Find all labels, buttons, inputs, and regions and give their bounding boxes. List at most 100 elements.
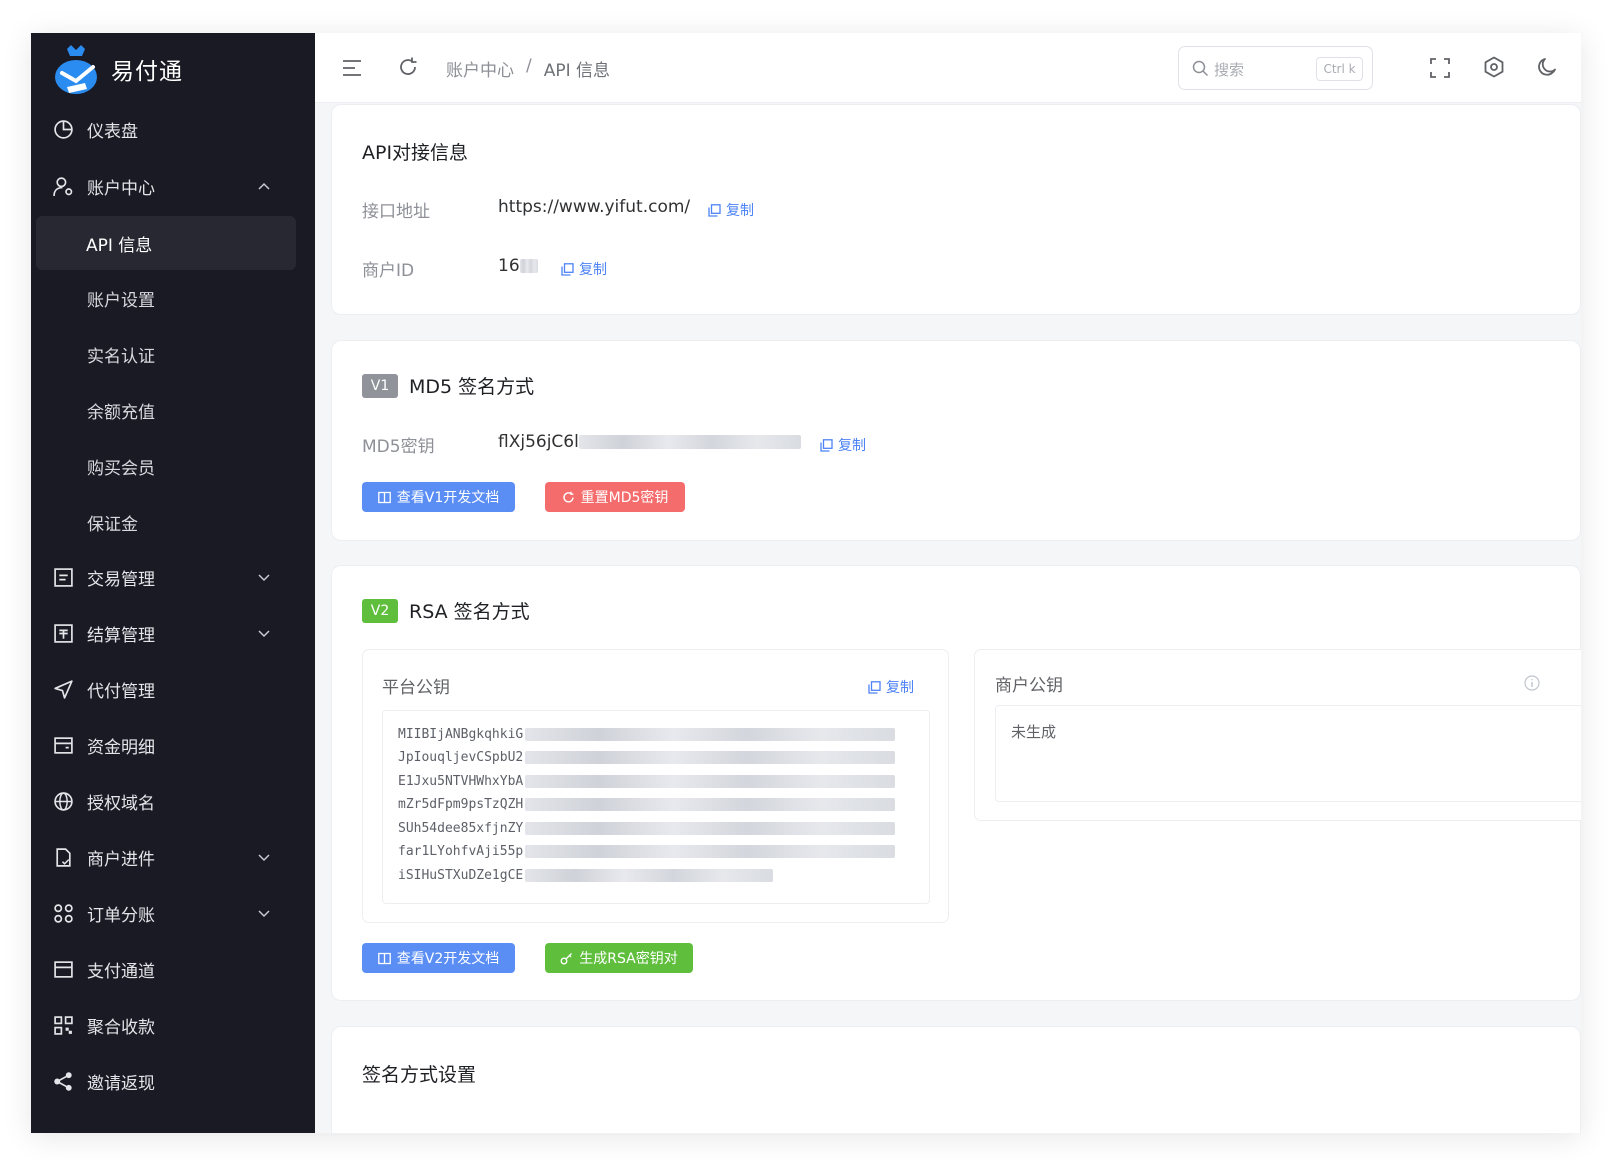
- sidebar-item-label: 聚合收款: [87, 1017, 155, 1038]
- sidebar-item-dashboard[interactable]: 仪表盘: [31, 102, 315, 156]
- sidebar-item-label: 仪表盘: [87, 121, 138, 142]
- breadcrumb-item[interactable]: 账户中心: [446, 56, 514, 81]
- sidebar-item-domains[interactable]: 授权域名: [31, 774, 315, 828]
- refresh-icon: [562, 491, 574, 503]
- card-title: MD5 签名方式: [409, 376, 535, 398]
- masked-value: [578, 435, 801, 449]
- search-input[interactable]: 搜索 Ctrl k: [1178, 46, 1373, 90]
- button-label: 重置MD5密钥: [580, 490, 669, 506]
- sign-settings-card: 签名方式设置: [331, 1026, 1581, 1133]
- dark-mode-icon[interactable]: [1536, 56, 1558, 78]
- endpoint-label: 接口地址: [362, 202, 430, 222]
- sidebar-item-account-center[interactable]: 账户中心: [31, 159, 315, 213]
- card-icon: [54, 961, 73, 978]
- sidebar-item-onboarding[interactable]: 商户进件: [31, 830, 315, 884]
- view-v2-docs-button[interactable]: 查看V2开发文档: [362, 943, 515, 973]
- sidebar-item-label: 授权域名: [87, 793, 155, 814]
- info-icon[interactable]: [1524, 675, 1540, 691]
- sidebar-item-label: 商户进件: [87, 849, 155, 870]
- breadcrumb-current: API 信息: [543, 61, 611, 81]
- api-info-card: API对接信息 接口地址 https://www.yifut.com/ 复制 商…: [331, 104, 1581, 315]
- sidebar-item-label: 账户中心: [87, 178, 155, 199]
- globe-icon: [54, 792, 73, 811]
- key-icon: [560, 952, 573, 964]
- sidebar-subitem-verification[interactable]: 实名认证: [31, 327, 315, 381]
- key-line: JpIouqljevCSpbU2: [398, 750, 896, 765]
- copy-label: 复制: [726, 203, 754, 219]
- sidebar-subitem-account-settings[interactable]: 账户设置: [31, 271, 315, 325]
- refresh-icon[interactable]: [397, 56, 419, 78]
- copy-icon: [868, 680, 881, 694]
- key-line-text: far1LYohfvAji55p: [398, 844, 524, 859]
- sidebar-item-funds[interactable]: 资金明细: [31, 718, 315, 772]
- copy-endpoint-button[interactable]: 复制: [708, 200, 754, 220]
- sidebar-subitem-deposit[interactable]: 保证金: [31, 495, 315, 549]
- sidebar-item-label: 资金明细: [87, 737, 155, 758]
- button-label: 查看V2开发文档: [396, 951, 500, 967]
- sidebar-item-invite[interactable]: 邀请返现: [31, 1054, 315, 1108]
- key-line: far1LYohfvAji55p: [398, 844, 896, 859]
- sidebar: 易付通 仪表盘 账户中心 API 信息 账户设置 实名认证 余额充值 购买会员: [31, 33, 315, 1133]
- button-label: 生成RSA密钥对: [579, 951, 678, 967]
- key-line: iSIHuSTXuDZe1gCE: [398, 868, 774, 883]
- md5-key-field: flXj56jC6l: [498, 432, 801, 452]
- chevron-up-icon: [258, 182, 270, 190]
- key-line: MIIBIjANBgkqhkiG: [398, 727, 896, 742]
- sidebar-item-label: 交易管理: [87, 569, 155, 590]
- top-header: 账户中心 / API 信息 搜索 Ctrl k: [315, 33, 1581, 103]
- card-title: 签名方式设置: [362, 1064, 477, 1086]
- menu-toggle-icon[interactable]: [341, 57, 363, 79]
- merchant-key-textarea[interactable]: 未生成: [995, 705, 1581, 802]
- masked-value: [525, 775, 896, 788]
- wallet-icon: [54, 737, 73, 754]
- sidebar-subitem-api-info[interactable]: API 信息: [36, 216, 296, 270]
- sidebar-item-settlement[interactable]: 结算管理: [31, 606, 315, 660]
- user-settings-icon: [53, 177, 73, 197]
- breadcrumb: 账户中心 / API 信息: [446, 56, 610, 81]
- view-v1-docs-button[interactable]: 查看V1开发文档: [362, 482, 515, 512]
- version-tag: V2: [362, 599, 398, 623]
- breadcrumb-separator: /: [526, 56, 532, 76]
- logo[interactable]: 易付通: [53, 43, 183, 95]
- fullscreen-icon[interactable]: [1429, 57, 1451, 79]
- merchant-key-value: 未生成: [1011, 723, 1057, 741]
- split-icon: [54, 904, 73, 923]
- rsa-sign-card: V2 RSA 签名方式 平台公钥 复制 MIIBIjANBgkqhkiG JpI…: [331, 565, 1581, 1001]
- masked-value: [525, 869, 774, 882]
- qrcode-icon: [54, 1016, 73, 1035]
- merchant-public-key-panel: 商户公钥 未生成: [974, 649, 1581, 821]
- merchant-id-value: 16: [498, 256, 520, 276]
- sidebar-item-payout[interactable]: 代付管理: [31, 662, 315, 716]
- generate-rsa-keypair-button[interactable]: 生成RSA密钥对: [545, 943, 693, 973]
- copy-md5-key-button[interactable]: 复制: [820, 435, 866, 455]
- sidebar-subitem-membership[interactable]: 购买会员: [31, 439, 315, 493]
- search-placeholder: 搜索: [1214, 61, 1245, 79]
- key-line: mZr5dFpm9psTzQZH: [398, 797, 896, 812]
- version-tag: V1: [362, 374, 398, 398]
- app-window: 易付通 仪表盘 账户中心 API 信息 账户设置 实名认证 余额充值 购买会员: [31, 33, 1581, 1133]
- sidebar-item-label: 购买会员: [87, 458, 155, 479]
- copy-icon: [820, 438, 833, 452]
- copy-platform-key-button[interactable]: 复制: [868, 677, 914, 697]
- copy-merchant-id-button[interactable]: 复制: [561, 259, 607, 279]
- sidebar-item-label: API 信息: [86, 235, 153, 256]
- sidebar-item-split[interactable]: 订单分账: [31, 886, 315, 940]
- sidebar-item-label: 账户设置: [87, 290, 155, 311]
- md5-key-label: MD5密钥: [362, 437, 435, 457]
- copy-label: 复制: [579, 262, 607, 278]
- reset-md5-key-button[interactable]: 重置MD5密钥: [545, 482, 685, 512]
- copy-label: 复制: [886, 680, 914, 696]
- platform-key-textarea[interactable]: MIIBIjANBgkqhkiG JpIouqljevCSpbU2 E1Jxu5…: [382, 710, 930, 904]
- sidebar-subitem-recharge[interactable]: 余额充值: [31, 383, 315, 437]
- button-label: 查看V1开发文档: [396, 490, 500, 506]
- masked-value: [525, 751, 896, 764]
- sidebar-item-trade[interactable]: 交易管理: [31, 550, 315, 604]
- chevron-down-icon: [258, 574, 270, 582]
- settlement-icon: [54, 624, 73, 643]
- sidebar-item-label: 代付管理: [87, 681, 155, 702]
- sidebar-item-label: 实名认证: [87, 346, 155, 367]
- sidebar-item-channels[interactable]: 支付通道: [31, 942, 315, 996]
- sidebar-item-aggregate[interactable]: 聚合收款: [31, 998, 315, 1052]
- settings-icon[interactable]: [1483, 56, 1505, 78]
- card-title: API对接信息: [362, 142, 469, 164]
